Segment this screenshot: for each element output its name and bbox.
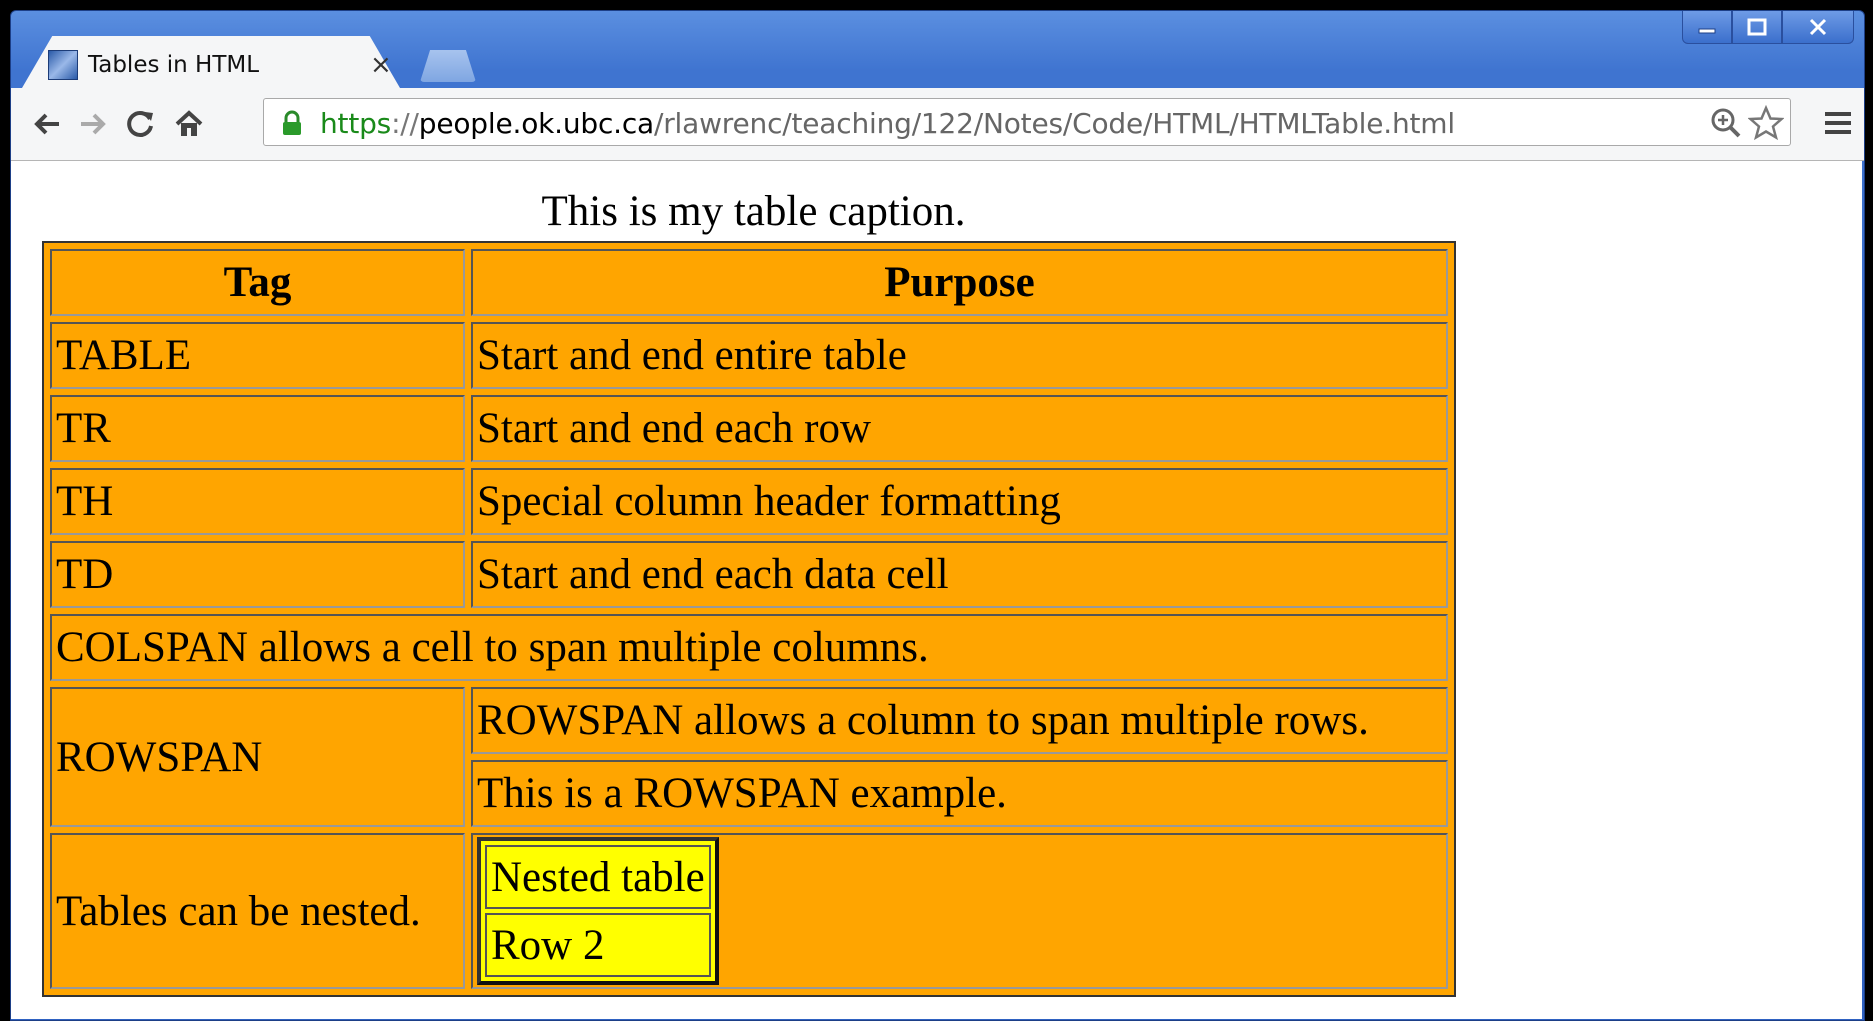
rowspan-label-cell: ROWSPAN — [50, 687, 465, 827]
page-content: This is my table caption. Tag Purpose TA… — [11, 161, 1862, 1019]
forward-arrow-icon — [81, 113, 106, 135]
tab-close-button[interactable]: × — [370, 50, 392, 80]
home-icon — [175, 110, 203, 136]
html-tags-table: Tag Purpose TABLE Start and end entire t… — [42, 241, 1456, 997]
back-arrow-icon — [34, 113, 59, 135]
address-bar[interactable]: https://people.ok.ubc.ca/rlawrenc/teachi… — [263, 98, 1791, 146]
colspan-row: COLSPAN allows a cell to span multiple c… — [50, 614, 1448, 681]
purpose-cell: Start and end each data cell — [471, 541, 1448, 608]
zoom-icon[interactable] — [1710, 107, 1742, 139]
url-host: people.ok.ubc.ca — [418, 107, 655, 140]
favicon-icon — [48, 50, 78, 80]
nested-row-2: Row 2 — [485, 913, 711, 977]
reload-button[interactable] — [121, 104, 161, 144]
back-button[interactable] — [27, 104, 67, 144]
forward-button[interactable] — [73, 104, 113, 144]
tab-title: Tables in HTML — [88, 52, 260, 78]
tag-cell: TABLE — [50, 322, 465, 389]
url-path: /rlawrenc/teaching/122/Notes/Code/HTML/H… — [654, 107, 1455, 140]
table-caption: This is my table caption. — [541, 188, 966, 235]
toolbar: https://people.ok.ubc.ca/rlawrenc/teachi… — [11, 88, 1864, 161]
table-row: TR Start and end each row — [50, 395, 1448, 462]
reload-icon — [127, 111, 153, 137]
close-icon — [1809, 18, 1827, 36]
close-window-button[interactable] — [1782, 11, 1854, 44]
maximize-icon — [1747, 18, 1767, 36]
star-icon[interactable] — [1748, 105, 1784, 141]
purpose-cell: Start and end entire table — [471, 322, 1448, 389]
purpose-cell: Special column header formatting — [471, 468, 1448, 535]
header-purpose: Purpose — [471, 249, 1448, 316]
purpose-cell: Start and end each row — [471, 395, 1448, 462]
tag-cell: TH — [50, 468, 465, 535]
header-tag: Tag — [50, 249, 465, 316]
url-scheme: https — [320, 107, 392, 140]
minimize-icon — [1698, 28, 1716, 34]
nested-cell: Row 2 — [485, 913, 711, 977]
tag-cell: TR — [50, 395, 465, 462]
tag-cell: TD — [50, 541, 465, 608]
nested-table: Nested table Row 2 — [477, 837, 719, 985]
table-row: TABLE Start and end entire table — [50, 322, 1448, 389]
tab-content: Tables in HTML — [48, 50, 259, 80]
colspan-cell: COLSPAN allows a cell to span multiple c… — [50, 614, 1448, 681]
url-separator: :// — [391, 107, 419, 140]
nested-cell: Nested table — [485, 845, 711, 909]
lock-icon — [283, 110, 301, 135]
maximize-button[interactable] — [1732, 11, 1782, 44]
rowspan-second-cell: This is a ROWSPAN example. — [471, 760, 1448, 827]
rowspan-row: ROWSPAN ROWSPAN allows a column to span … — [50, 687, 1448, 827]
url-text: https://people.ok.ubc.ca/rlawrenc/teachi… — [320, 107, 1455, 140]
nested-row-1: Nested table — [485, 845, 711, 909]
table-row: TH Special column header formatting — [50, 468, 1448, 535]
rowspan-first-cell: ROWSPAN allows a column to span multiple… — [471, 687, 1448, 754]
nested-row: Tables can be nested. Nested table Row 2 — [50, 833, 1448, 989]
minimize-button[interactable] — [1682, 11, 1732, 44]
nested-container-cell: Nested table Row 2 — [471, 833, 1448, 989]
nested-label-cell: Tables can be nested. — [50, 833, 465, 989]
header-row: Tag Purpose — [50, 249, 1448, 316]
hamburger-menu-icon[interactable] — [1823, 108, 1853, 138]
window-controls — [1682, 11, 1854, 45]
home-button[interactable] — [169, 104, 209, 144]
table-row: TD Start and end each data cell — [50, 541, 1448, 608]
